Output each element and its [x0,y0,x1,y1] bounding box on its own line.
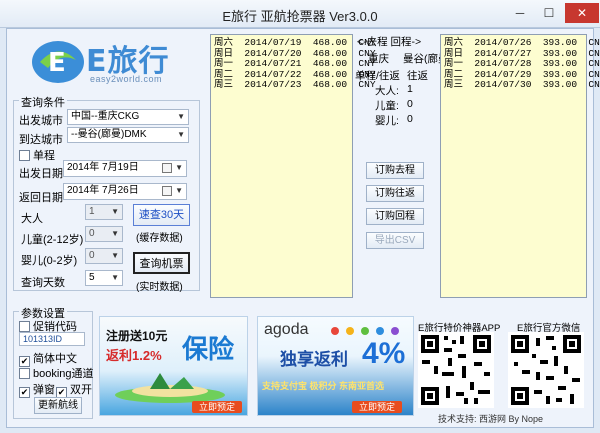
wechat-qr-icon [508,332,584,408]
logo-subtitle: easy2world.com [90,74,163,84]
chevron-down-icon: ▼ [175,186,183,195]
simplified-label: 简体中文 [33,353,77,365]
checkbox-box [19,368,30,379]
maximize-button[interactable]: ☐ [535,3,563,23]
island-illustration [115,373,225,403]
adult-label: 大人 [21,213,43,225]
search-note: (实时数据) [136,282,183,293]
chevron-down-icon: ▼ [177,130,185,139]
chevron-down-icon: ▼ [111,229,119,238]
list-item[interactable]: 周一 2014/07/21 468.00 CNY [214,59,376,70]
adult-select[interactable]: 1 ▼ [85,204,123,220]
chevron-down-icon: ▼ [175,163,183,172]
close-button[interactable]: ✕ [565,3,599,23]
insurance-ad-banner[interactable]: 注册送10元 返利1.2% 保险 立即预定 [99,316,248,416]
trip-mode-label: 单程/往返 [355,70,400,82]
book-return-button[interactable]: 订购回程 [366,208,424,225]
chevron-down-icon: ▼ [177,112,185,121]
minimize-button[interactable]: ─ [506,3,534,23]
infant-select[interactable]: 0 ▼ [85,248,123,264]
list-item[interactable]: 周六 2014/07/26 393.00 CNY [444,38,600,49]
booking-checkbox[interactable]: booking通道 [19,365,94,381]
summary-infant-value: 0 [407,113,413,125]
ad1-line1: 注册送10元 [106,329,168,343]
booking-label: booking通道 [33,368,94,380]
calendar-icon [162,163,172,173]
child-label: 儿童(2-12岁) [21,234,84,246]
summary-adult-label: 大人: [375,85,399,97]
list-item[interactable]: 周三 2014/07/23 468.00 CNY [214,80,376,91]
calendar-icon [162,186,172,196]
child-select[interactable]: 0 ▼ [85,226,123,242]
infant-value: 0 [89,250,95,261]
from-city-select[interactable]: 中国--重庆CKG ▼ [67,109,189,125]
app-qr-icon [418,332,494,408]
depart-date-label: 出发日期 [19,168,63,180]
list-item[interactable]: 周三 2014/07/30 393.00 CNY [444,80,600,91]
infant-label: 婴儿(0-2岁) [21,255,78,267]
return-date-picker[interactable]: 2014年 7月26日 ▼ [63,183,187,200]
dual-checkbox[interactable]: ✔ 双开 [56,381,92,398]
export-csv-button[interactable]: 导出CSV [366,232,424,249]
quick-30-days-button[interactable]: 速查30天 [133,204,190,226]
return-date-value: 2014年 7月26日 [67,185,139,196]
agoda-brand: agoda [264,321,309,338]
chevron-down-icon: ▼ [111,273,119,282]
list-item[interactable]: 周六 2014/07/19 468.00 CNY [214,38,376,49]
depart-date-value: 2014年 7月19日 [67,162,139,173]
logo-icon: E [32,41,84,83]
ad1-line2: 返利1.2% [106,348,162,363]
dual-label: 双开 [70,384,92,396]
query-group-label: 查询条件 [19,94,67,110]
book-outbound-button[interactable]: 订购去程 [366,162,424,179]
oneway-label: 单程 [33,150,55,162]
ad2-percent: 4% [362,337,406,370]
direction-header: <-去程 回程-> [357,36,422,48]
svg-text:E: E [48,48,66,78]
chevron-down-icon: ▼ [111,251,119,260]
to-city-value: --曼谷(廊曼)DMK [71,129,147,140]
to-city-select[interactable]: --曼谷(廊曼)DMK ▼ [67,127,189,143]
child-value: 0 [89,228,95,239]
days-select[interactable]: 5 ▼ [85,270,123,286]
days-value: 5 [89,272,95,283]
adult-value: 1 [89,206,95,217]
ad2-cta-button[interactable]: 立即预定 [352,401,402,413]
chevron-down-icon: ▼ [111,207,119,216]
oneway-checkbox[interactable]: 单程 [19,147,55,163]
days-label: 查询天数 [21,277,65,289]
list-item[interactable]: 周一 2014/07/28 393.00 CNY [444,59,600,70]
check-icon: ✔ [19,387,30,398]
popup-checkbox[interactable]: ✔ 弹窗 [19,381,55,398]
origin-city: 重庆 [368,53,389,65]
return-date-label: 返回日期 [19,192,63,204]
checkbox-box [19,150,30,161]
ad2-line1: 独享返利 [280,350,348,369]
popup-label: 弹窗 [33,384,55,396]
return-list[interactable]: 周六 2014/07/26 393.00 CNY 周日 2014/07/27 3… [440,34,600,298]
summary-child-label: 儿童: [375,100,399,112]
footer-credit: 技术支持: 西游网 By Nope [438,414,544,424]
checkbox-box [19,321,30,332]
depart-date-picker[interactable]: 2014年 7月19日 ▼ [63,160,187,177]
search-flights-button[interactable]: 查询机票 [133,252,190,274]
from-city-label: 出发城市 [19,115,63,127]
ad1-big-text: 保险 [182,334,235,364]
from-city-value: 中国--重庆CKG [71,111,140,122]
to-city-label: 到达城市 [19,134,63,146]
ad1-cta-button[interactable]: 立即预定 [192,401,242,413]
update-routes-button[interactable]: 更新航线 [34,397,82,414]
agoda-dots-icon [331,327,399,335]
summary-child-value: 0 [407,98,413,110]
book-roundtrip-button[interactable]: 订购往返 [366,185,424,202]
summary-infant-label: 婴儿: [375,115,399,127]
trip-mode-value: 往返 [407,70,428,82]
summary-adult-value: 1 [407,83,413,95]
promo-code-input[interactable]: 101313ID [19,332,85,346]
quick-30-note: (缓存数据) [136,233,183,244]
agoda-ad-banner[interactable]: agoda 独享返利 4% 支持支付宝 极积分 东南亚首选 立即预定 [257,316,414,416]
ad2-line2: 支持支付宝 极积分 东南亚首选 [262,381,385,391]
outbound-list[interactable]: 周六 2014/07/19 468.00 CNY 周日 2014/07/20 4… [210,34,376,298]
